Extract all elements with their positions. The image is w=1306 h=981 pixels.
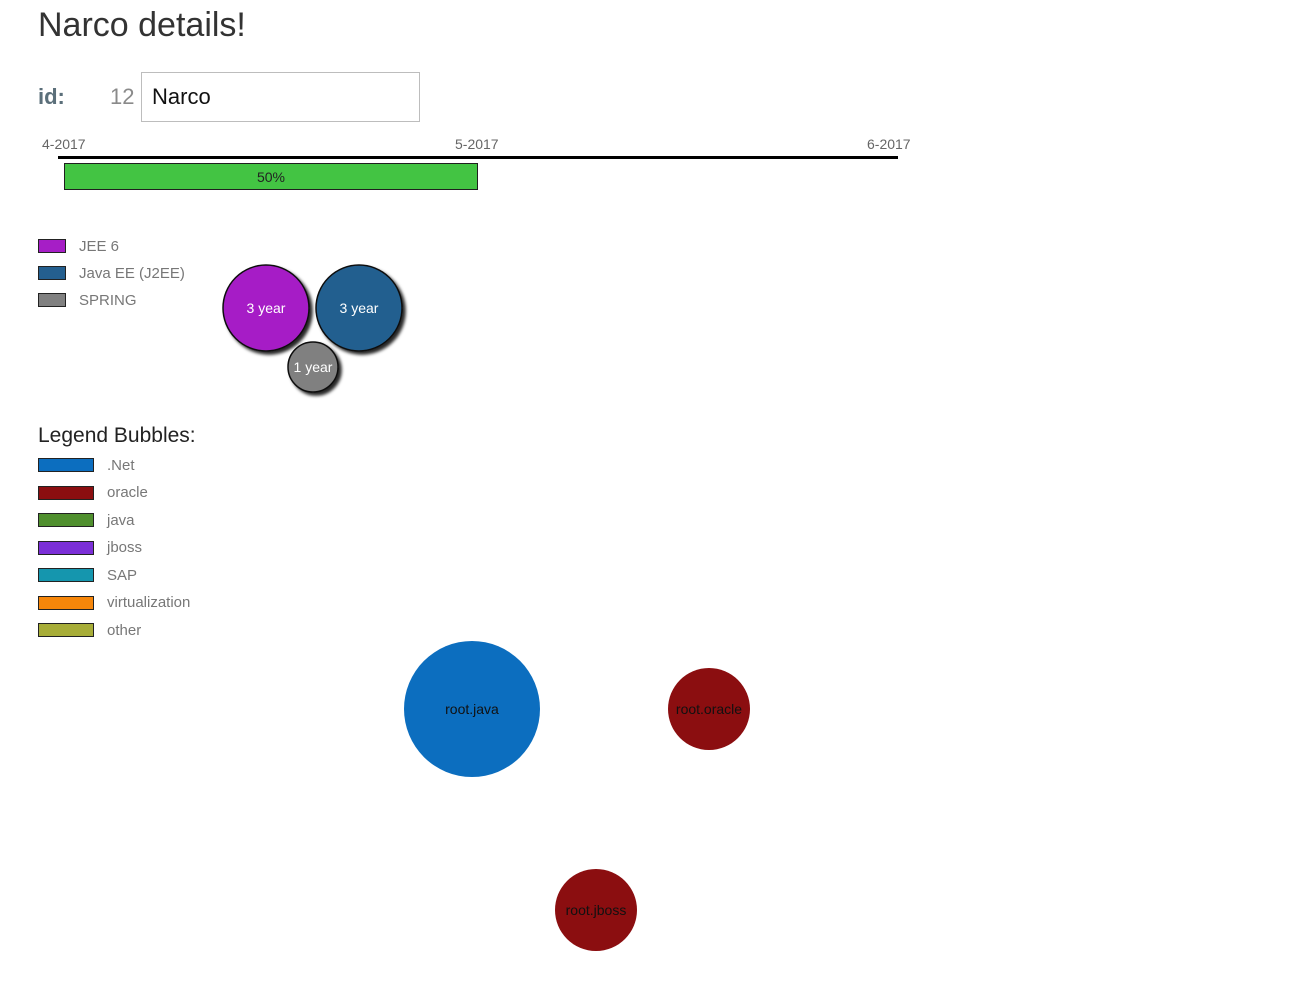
legend-swatch bbox=[38, 623, 94, 637]
legend-bubbles-item: oracle bbox=[38, 484, 190, 502]
skill-bubble: 3 year bbox=[315, 264, 403, 352]
legend-bubbles-item: java bbox=[38, 511, 190, 529]
legend-swatch bbox=[38, 513, 94, 527]
skill-bubble-label: 1 year bbox=[294, 359, 333, 375]
legend-swatch bbox=[38, 568, 94, 582]
legend-label: jboss bbox=[107, 539, 143, 556]
legend-swatch bbox=[38, 540, 94, 555]
skill-bubble: 1 year bbox=[287, 341, 339, 393]
tech-bubble-label: root.jboss bbox=[566, 902, 627, 918]
legend-label: SAP bbox=[107, 566, 138, 584]
tech-bubble-label: root.java bbox=[445, 701, 499, 717]
skill-bubble-label: 3 year bbox=[340, 300, 379, 316]
skill-bubble-label: 3 year bbox=[247, 300, 286, 316]
legend-swatch bbox=[38, 458, 94, 472]
legend-label: other bbox=[107, 621, 142, 639]
legend-bubbles-item: other bbox=[38, 621, 190, 639]
tech-bubble-label: root.oracle bbox=[676, 701, 742, 717]
tech-bubble: root.java bbox=[404, 641, 540, 777]
legend-bubbles-title: Legend Bubbles: bbox=[38, 424, 196, 447]
tech-bubble: root.oracle bbox=[668, 668, 750, 750]
legend-bubbles-item: SAP bbox=[38, 566, 190, 584]
skill-bubble-chart: 3 year 3 year 1 year root.java root.orac… bbox=[222, 264, 750, 951]
legend-bubbles-item: .Net bbox=[38, 456, 190, 474]
tech-bubble: root.jboss bbox=[555, 869, 637, 951]
legend-bubbles-list: .Net oracle java jboss SAP virtualizatio… bbox=[38, 456, 190, 639]
skill-bubble: 3 year bbox=[222, 264, 310, 352]
legend-swatch bbox=[38, 595, 94, 610]
legend-label: .Net bbox=[107, 456, 135, 474]
legend-label: java bbox=[107, 511, 135, 529]
legend-label: virtualization bbox=[107, 594, 191, 611]
legend-swatch bbox=[38, 485, 94, 500]
legend-bubbles-item: jboss bbox=[38, 539, 190, 557]
legend-bubbles-item: virtualization bbox=[38, 594, 190, 612]
legend-label: oracle bbox=[107, 484, 148, 501]
